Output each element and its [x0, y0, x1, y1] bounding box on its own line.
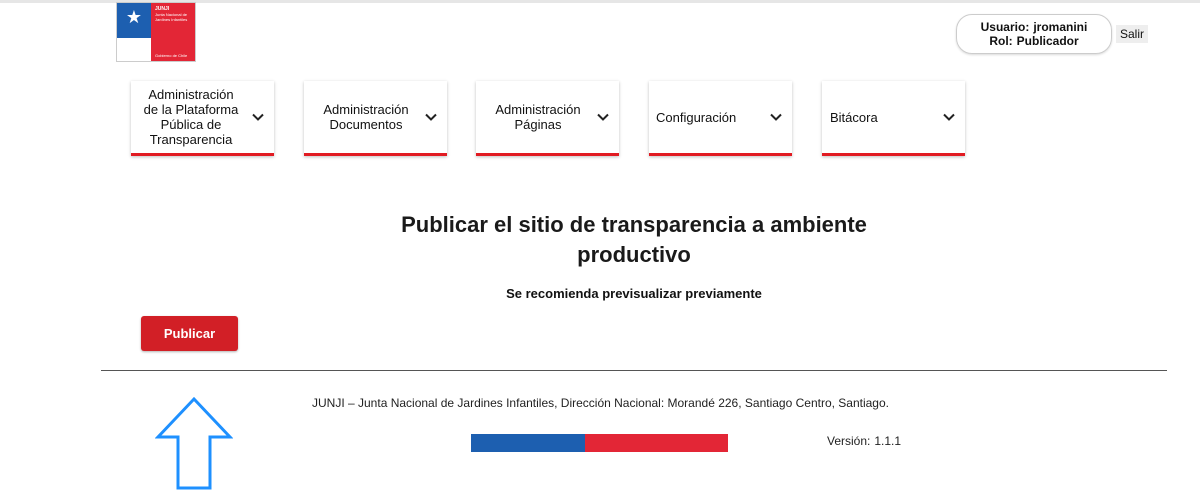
chevron-down-icon [943, 113, 955, 121]
flag-bar [471, 434, 728, 452]
user-info-box: Usuario: jromanini Rol: Publicador [956, 14, 1112, 54]
logo-footer: Gobierno de Chile [155, 53, 188, 58]
page-subtitle: Se recomienda previsualizar previamente [506, 286, 762, 301]
page-title: Publicar el sitio de transparencia a amb… [401, 212, 867, 267]
nav-item-label: Configuración [656, 109, 737, 125]
nav-item-label: Administración de la Plataforma Pública … [143, 87, 239, 147]
nav-item-label: Administración Documentos [323, 102, 409, 132]
flag-red-segment [585, 434, 728, 452]
nav-item-documents-admin[interactable]: Administración Documentos [304, 81, 447, 156]
version-info: Versión: 1.1.1 [827, 434, 901, 448]
star-icon: ★ [125, 7, 143, 27]
nav-item-log[interactable]: Bitácora [822, 81, 965, 156]
chevron-down-icon [597, 113, 609, 121]
version-label: Versión: [827, 434, 871, 448]
chevron-down-icon [770, 113, 782, 121]
logo-subtitle: Junta Nacional de Jardines Infantiles [155, 12, 188, 22]
role-label: Rol: [989, 34, 1013, 48]
page-title-wrap: Publicar el sitio de transparencia a amb… [0, 210, 1200, 270]
role-value: Publicador [1016, 34, 1079, 48]
flag-blue-segment [471, 434, 585, 452]
logout-button[interactable]: Salir [1116, 25, 1149, 43]
username: jromanini [1033, 20, 1088, 34]
arrow-up-icon [155, 396, 233, 490]
footer-address: JUNJI – Junta Nacional de Jardines Infan… [312, 396, 889, 410]
chevron-down-icon [252, 113, 264, 121]
user-label: Usuario: [980, 20, 1030, 34]
nav-item-label: Administración Páginas [495, 102, 581, 132]
nav-item-platform-admin[interactable]: Administración de la Plataforma Pública … [131, 81, 274, 156]
nav-item-pages-admin[interactable]: Administración Páginas [476, 81, 619, 156]
nav-item-configuration[interactable]: Configuración [649, 81, 792, 156]
publish-button[interactable]: Publicar [141, 316, 238, 351]
footer-divider [101, 370, 1167, 371]
chevron-down-icon [425, 113, 437, 121]
junji-logo[interactable]: ★ JUNJI Junta Nacional de Jardines Infan… [116, 2, 196, 62]
version-number: 1.1.1 [874, 434, 902, 448]
nav-item-label: Bitácora [830, 109, 878, 125]
